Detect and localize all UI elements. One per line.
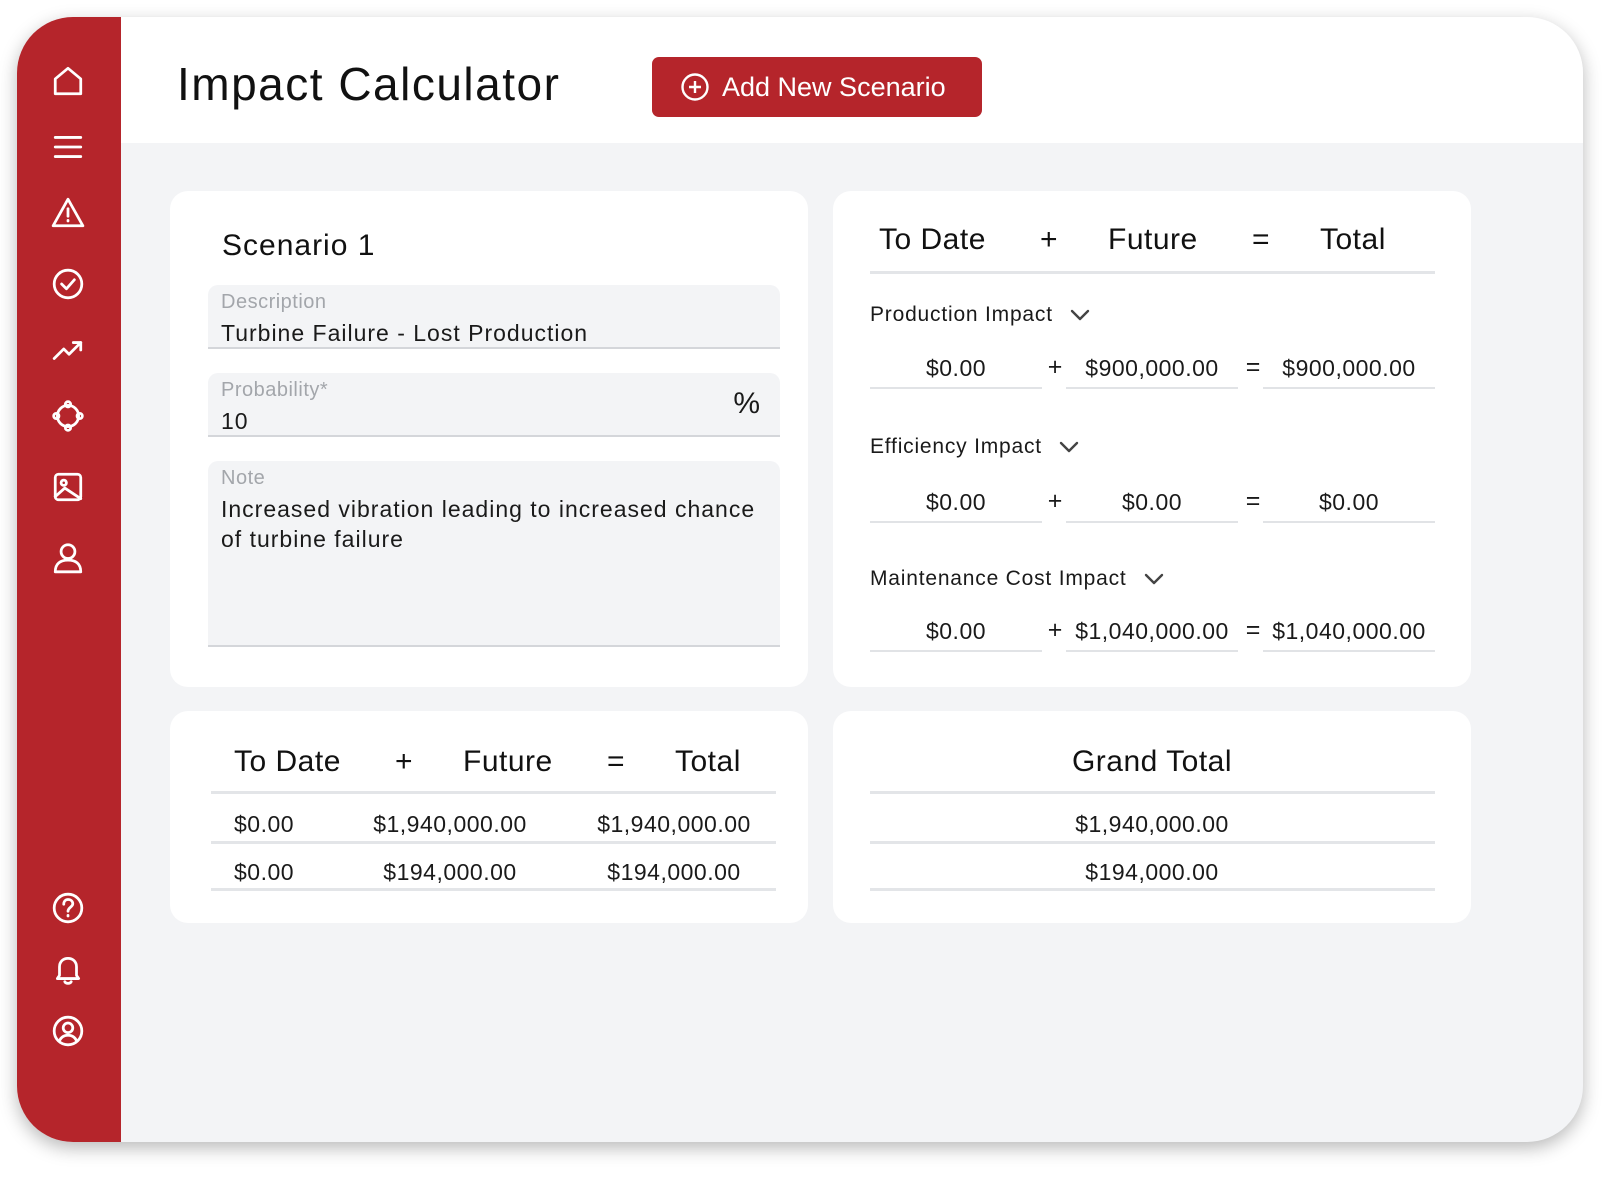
grand-total-divider [870,791,1435,794]
note-label: Note [221,467,266,489]
summary-card: To Date + Future = Total $0.00 $1,940,00… [170,711,808,923]
check-circle-icon[interactable] [50,266,86,302]
summary-header-plus: + [395,745,414,778]
chevron-down-icon [1144,573,1163,585]
header-future: Future [1108,223,1198,256]
grand-total-row2: $194,000.00 [1085,859,1219,885]
plus-sign: + [1047,487,1063,515]
production-impact-toggle[interactable]: Production Impact [870,303,1091,327]
impact-card: To Date + Future = Total Production Impa… [833,191,1471,687]
summary-header-divider [211,791,776,794]
summary-row-divider [211,841,776,844]
production-to-date[interactable]: $0.00 [870,349,1042,389]
equals-sign: = [1245,353,1261,381]
description-value: Turbine Failure - Lost Production [221,320,589,346]
maintenance-future[interactable]: $1,040,000.00 [1066,612,1238,652]
probability-field[interactable]: Probability* 10 % [208,373,780,437]
note-field[interactable]: Note Increased vibration leading to incr… [208,461,780,647]
grand-total-row1: $1,940,000.00 [1075,811,1229,837]
plus-sign: + [1047,353,1063,381]
grand-total-bottom-divider [870,888,1435,891]
maintenance-impact-label: Maintenance Cost Impact [870,567,1127,590]
summary-row1-total: $1,940,000.00 [597,811,751,837]
user-icon[interactable] [50,540,86,576]
page-title: Impact Calculator [177,58,561,110]
bell-icon[interactable] [50,951,86,987]
scenario-card: Scenario 1 Description Turbine Failure -… [170,191,808,687]
maintenance-impact-toggle[interactable]: Maintenance Cost Impact [870,567,1165,591]
header-to-date: To Date [879,223,986,256]
summary-row1-to-date: $0.00 [234,811,295,837]
help-icon[interactable] [50,890,86,926]
maintenance-total: $1,040,000.00 [1263,612,1435,652]
description-label: Description [221,291,327,313]
scenario-title: Scenario 1 [222,229,376,262]
sidebar [17,17,121,1142]
warning-icon[interactable] [50,195,86,231]
header-divider [870,271,1435,274]
summary-row1-future: $1,940,000.00 [373,811,527,837]
menu-icon[interactable] [50,129,86,165]
efficiency-future[interactable]: $0.00 [1066,483,1238,523]
percent-suffix: % [733,387,760,420]
description-field[interactable]: Description Turbine Failure - Lost Produ… [208,285,780,349]
probability-label: Probability* [221,379,329,401]
chevron-down-icon [1059,441,1079,453]
grand-total-row-divider [870,841,1435,844]
efficiency-impact-toggle[interactable]: Efficiency Impact [870,435,1080,459]
production-impact-label: Production Impact [870,303,1053,326]
equals-sign: = [1245,616,1261,644]
summary-header-to-date: To Date [234,745,341,778]
note-value: Increased vibration leading to increased… [221,496,756,552]
header: Impact Calculator Add New Scenario [121,17,1583,143]
plus-sign: + [1047,616,1063,644]
account-circle-icon[interactable] [50,1013,86,1049]
add-scenario-button[interactable]: Add New Scenario [652,57,982,117]
image-icon[interactable] [50,469,86,505]
app-window: Impact Calculator Add New Scenario Scena… [17,17,1583,1142]
header-equals: = [1252,223,1271,256]
chevron-down-icon [1070,309,1090,321]
equals-sign: = [1245,487,1261,515]
grand-total-card: Grand Total $1,940,000.00 $194,000.00 [833,711,1471,923]
home-icon[interactable] [50,63,86,99]
summary-header-future: Future [463,745,553,778]
add-scenario-label: Add New Scenario [722,71,946,102]
probability-value: 10 [221,408,249,434]
header-plus: + [1040,223,1059,256]
efficiency-total: $0.00 [1263,483,1435,523]
production-total: $900,000.00 [1263,349,1435,389]
efficiency-impact-label: Efficiency Impact [870,435,1042,458]
header-total: Total [1320,223,1386,256]
summary-header-total: Total [675,745,741,778]
efficiency-to-date[interactable]: $0.00 [870,483,1042,523]
summary-row2-total: $194,000.00 [607,859,741,885]
grand-total-title: Grand Total [1071,745,1233,778]
maintenance-to-date[interactable]: $0.00 [870,612,1042,652]
summary-row2-future: $194,000.00 [383,859,517,885]
summary-header-equals: = [607,745,626,778]
trend-up-icon[interactable] [50,332,86,368]
network-icon[interactable] [50,398,86,434]
production-future[interactable]: $900,000.00 [1066,349,1238,389]
summary-row2-to-date: $0.00 [234,859,295,885]
plus-circle-icon [681,73,709,101]
summary-bottom-divider [211,888,776,891]
